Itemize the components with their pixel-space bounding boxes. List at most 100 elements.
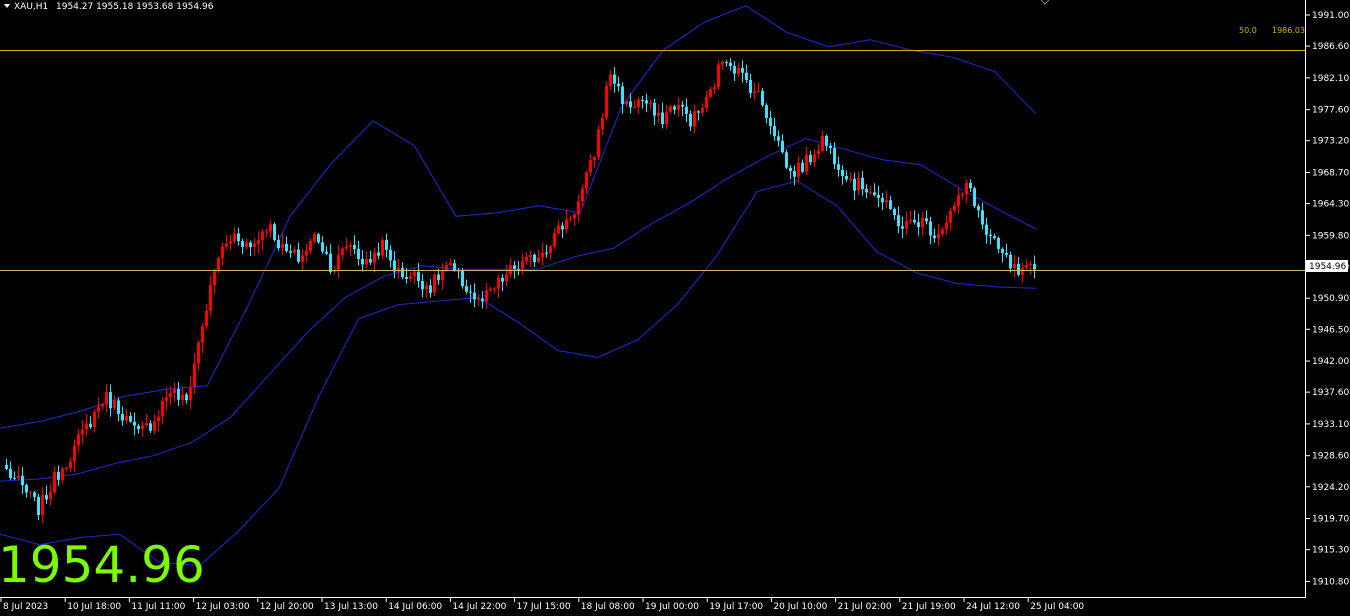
candle-body [761, 90, 764, 106]
candle-body [237, 233, 240, 242]
candle-body [1021, 267, 1024, 275]
candle-body [721, 62, 724, 65]
candle-body [733, 66, 736, 74]
candle-body [973, 188, 976, 207]
price-chart[interactable]: XAU,H1 1954.27 1955.18 1953.68 1954.96 1… [0, 0, 1350, 616]
candle-body [173, 388, 176, 394]
candle-body [253, 243, 256, 248]
candle-body [621, 86, 624, 105]
candle-body [637, 99, 640, 107]
candle-body [909, 220, 912, 222]
candle-body [489, 288, 492, 291]
candle-body [81, 429, 84, 435]
candle-body [73, 445, 76, 462]
candle-body [161, 400, 164, 417]
candle-body [349, 245, 352, 247]
candle-body [373, 252, 376, 263]
candle-body [245, 242, 248, 247]
candle-body [157, 416, 160, 422]
candle-body [93, 411, 96, 428]
candle-body [145, 423, 148, 426]
candle-body [269, 224, 272, 232]
candle-body [241, 241, 244, 247]
candle-body [901, 226, 904, 229]
candle-body [529, 254, 532, 257]
candle-body [109, 392, 112, 409]
candle-body [613, 74, 616, 84]
time-tick-label: 24 Jul 12:00 [966, 602, 1020, 612]
candle-body [717, 64, 720, 88]
candle-body [33, 492, 36, 497]
candle-body [493, 288, 496, 290]
candle-body [433, 274, 436, 293]
candle-body [881, 197, 884, 203]
candle-body [821, 135, 824, 151]
candle-body [289, 251, 292, 253]
candle-body [265, 231, 268, 233]
candle-body [469, 291, 472, 293]
candle-body [829, 145, 832, 149]
candle-body [441, 270, 444, 281]
candle-body [773, 126, 776, 137]
candle-body [921, 218, 924, 228]
candle-body [1005, 252, 1008, 255]
candle-body [933, 235, 936, 239]
candle-body [305, 250, 308, 256]
price-tick-label: 1928.60 [1312, 452, 1349, 462]
candle-body [997, 237, 1000, 249]
candle-body [917, 222, 920, 228]
candle-body [293, 249, 296, 253]
price-tick-label: 1910.80 [1312, 577, 1349, 587]
candle-body [669, 106, 672, 112]
candle-body [497, 277, 500, 289]
candle-body [785, 152, 788, 168]
candle-body [573, 214, 576, 219]
candle-body [377, 252, 380, 256]
candle-body [849, 178, 852, 180]
price-tick-label: 1986.60 [1312, 42, 1349, 52]
candle-body [281, 243, 284, 249]
candle-body [381, 239, 384, 256]
candle-body [693, 111, 696, 127]
candle-body [473, 292, 476, 300]
candle-body [177, 388, 180, 400]
candle-body [401, 267, 404, 278]
candle-body [301, 255, 304, 262]
candle-body [17, 475, 20, 479]
candle-body [453, 263, 456, 271]
candle-body [113, 400, 116, 409]
candle-body [309, 241, 312, 251]
candle-body [549, 246, 552, 254]
candle-body [705, 96, 708, 109]
candle-body [429, 285, 432, 293]
candle-body [413, 272, 416, 277]
candle-body [845, 176, 848, 180]
candle-body [585, 172, 588, 189]
candle-body [641, 99, 644, 101]
candle-body [729, 62, 732, 67]
candle-body [853, 178, 856, 191]
price-tick-label: 1942.00 [1312, 357, 1349, 367]
candle-body [189, 386, 192, 401]
candle-body [961, 194, 964, 196]
candle-body [125, 415, 128, 421]
candle-body [905, 221, 908, 229]
candle-body [37, 496, 40, 516]
candle-body [1029, 264, 1032, 266]
candle-body [1017, 263, 1020, 275]
candle-body [985, 224, 988, 235]
candle-body [273, 224, 276, 240]
candle-body [589, 160, 592, 173]
time-tick-label: 21 Jul 02:00 [838, 602, 892, 612]
candle-body [201, 326, 204, 343]
candle-body [789, 167, 792, 171]
candle-body [5, 464, 8, 470]
candle-body [277, 239, 280, 249]
candle-body [601, 117, 604, 130]
price-tick-label: 1973.20 [1312, 137, 1349, 147]
candle-body [69, 461, 72, 469]
candle-body [945, 222, 948, 230]
candle-body [389, 249, 392, 261]
candle-body [781, 140, 784, 153]
candle-body [9, 469, 12, 478]
